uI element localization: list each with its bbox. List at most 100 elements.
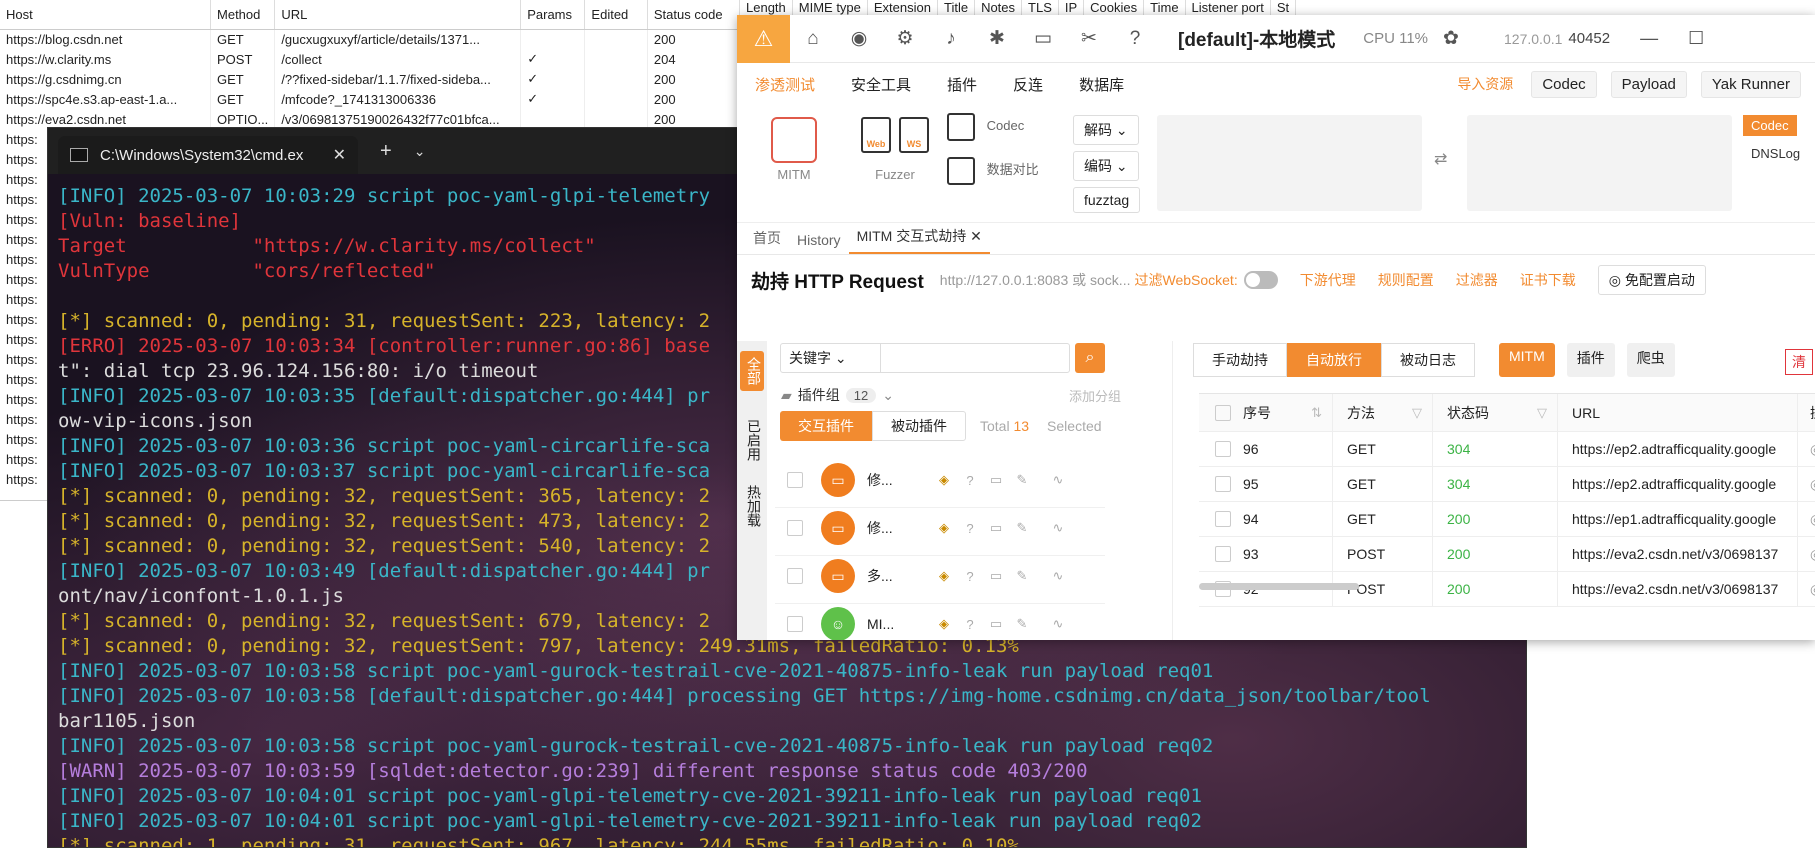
auto-pass-tab[interactable]: 自动放行 — [1287, 343, 1381, 377]
bell-icon[interactable]: ♪ — [928, 15, 974, 63]
plugin-group[interactable]: ▰ 插件组 12 ⌄ 添加分组 — [781, 385, 1121, 405]
col-id[interactable]: 序号 ⇅ — [1239, 394, 1333, 431]
edit-icon[interactable]: ✎ — [1013, 520, 1031, 536]
tools-icon[interactable]: ✂ — [1066, 15, 1112, 63]
codec-side-tab[interactable]: Codec — [1743, 115, 1797, 136]
close-icon[interactable]: ✕ — [970, 228, 982, 244]
bug-icon[interactable]: ✱ — [974, 15, 1020, 63]
free-config-start-button[interactable]: ◎ 免配置启动 — [1597, 265, 1706, 295]
encode-dropdown[interactable]: 编码 ⌄ — [1073, 151, 1139, 181]
passive-log-tab[interactable]: 被动日志 — [1381, 343, 1475, 377]
codec-button[interactable]: Codec — [1531, 70, 1597, 98]
help-icon[interactable]: ? — [961, 569, 979, 584]
keyword-select[interactable]: 关键字 ⌄ — [781, 344, 881, 372]
tag-plugins[interactable]: 插件 — [1566, 343, 1615, 377]
new-tab-button[interactable]: + — [380, 140, 392, 163]
home-icon[interactable]: ⌂ — [790, 15, 836, 63]
plugin-item[interactable]: ▭ 多... ◈? ▭ ✎ ∿ — [775, 549, 1105, 604]
terminal-icon[interactable]: ▭ — [1020, 15, 1066, 63]
search-icon[interactable]: ⌕ — [1075, 343, 1105, 373]
bg-table-row[interactable]: https://g.csdnimg.cn GET/??fixed-sidebar/… — [0, 69, 741, 89]
tab-mitm[interactable]: MITM 交互式劫持 ✕ — [848, 226, 990, 254]
help-icon[interactable]: ? — [961, 617, 979, 632]
terminal-icon[interactable]: ▭ — [987, 520, 1005, 536]
edit-icon[interactable]: ✎ — [1013, 472, 1031, 488]
swap-icon[interactable]: ⇄ — [1434, 149, 1447, 169]
row-checkbox[interactable] — [1215, 441, 1231, 457]
shield-icon[interactable]: ◎ — [1798, 441, 1815, 458]
codec-tool[interactable]: Codec — [947, 113, 1067, 141]
chevron-down-icon[interactable]: ⌄ — [882, 387, 894, 404]
bg-col-header[interactable]: Host — [0, 0, 212, 30]
downstream-proxy-link[interactable]: 下游代理 — [1300, 270, 1356, 290]
plugin-checkbox[interactable] — [787, 472, 803, 488]
close-icon[interactable]: ✕ — [333, 145, 346, 165]
plugin-checkbox[interactable] — [787, 520, 803, 536]
help-icon[interactable]: ? — [961, 521, 979, 536]
shield-icon[interactable]: ◎ — [1798, 546, 1815, 563]
add-group-button[interactable]: 添加分组 — [1069, 386, 1121, 405]
table-row[interactable]: 93 POST 200 https://eva2.csdn.net/v3/069813… — [1199, 537, 1815, 572]
col-status[interactable]: 状态码 ▽ — [1433, 394, 1558, 431]
help-icon[interactable]: ? — [961, 473, 979, 488]
plugin-checkbox[interactable] — [787, 616, 803, 632]
bg-table-row[interactable]: https://blog.csdn.net GET/gucxugxuxyf/art… — [0, 29, 741, 49]
menu-database[interactable]: 数据库 — [1079, 74, 1124, 95]
import-resource-button[interactable]: 导入资源 — [1457, 74, 1513, 94]
horizontal-scrollbar[interactable] — [1199, 583, 1359, 590]
shield-icon[interactable]: ◎ — [1798, 581, 1815, 598]
payload-button[interactable]: Payload — [1610, 70, 1687, 98]
plugin-item[interactable]: ▭ 修... ◈? ▭ ✎ ∿ — [775, 501, 1105, 556]
activity-icon[interactable]: ∿ — [1049, 472, 1067, 488]
activity-icon[interactable]: ∿ — [1049, 616, 1067, 632]
codec-input-area[interactable] — [1157, 115, 1422, 211]
compare-tool[interactable]: 数据对比 — [947, 157, 1067, 185]
tab-interactive-plugins[interactable]: 交互插件 — [780, 411, 872, 441]
tag-mitm[interactable]: MITM — [1499, 343, 1555, 377]
row-checkbox[interactable] — [1215, 511, 1231, 527]
bg-table-row[interactable]: https://eva2.csdn.net OPTIO.../v3/0698137… — [0, 109, 741, 129]
menu-plugins[interactable]: 插件 — [947, 74, 977, 95]
yak-runner-button[interactable]: Yak Runner — [1700, 70, 1801, 98]
minimize-button[interactable]: — — [1640, 28, 1658, 49]
maximize-button[interactable]: ☐ — [1688, 28, 1704, 49]
rule-config-link[interactable]: 规则配置 — [1378, 270, 1434, 290]
menu-reverse[interactable]: 反连 — [1013, 74, 1043, 95]
help-icon[interactable]: ? — [1112, 15, 1158, 63]
chevron-down-icon[interactable]: ⌄ — [414, 143, 426, 160]
manual-hijack-tab[interactable]: 手动劫持 — [1193, 343, 1287, 377]
avatar[interactable]: ◉ — [836, 15, 882, 63]
fuzztag-button[interactable]: fuzztag — [1073, 187, 1141, 213]
table-row[interactable]: 96 GET 304 https://ep2.adtrafficquality.goo… — [1199, 432, 1815, 467]
bg-col-header[interactable]: URL — [274, 0, 522, 30]
tab-passive-plugins[interactable]: 被动插件 — [872, 411, 966, 441]
select-all-checkbox[interactable] — [1215, 404, 1231, 421]
terminal-icon[interactable]: ▭ — [987, 568, 1005, 584]
bg-table-row[interactable]: https://spc4e.s3.ap-east-1.a... GET/mfcod… — [0, 89, 741, 109]
table-row[interactable]: 94 GET 200 https://ep1.adtrafficquality.goo… — [1199, 502, 1815, 537]
terminal-tab[interactable]: C:\Windows\System32\cmd.ex ✕ — [58, 136, 358, 174]
row-checkbox[interactable] — [1215, 476, 1231, 492]
plugin-item[interactable]: ▭ 修... ◈? ▭ ✎ ∿ — [775, 453, 1105, 508]
menu-pentest[interactable]: 渗透测试 — [755, 74, 815, 95]
plugin-search[interactable]: 关键字 ⌄ — [780, 343, 1070, 373]
mitm-tool[interactable]: MITM — [759, 117, 829, 182]
side-tab-hotload[interactable]: 热加载 — [740, 479, 764, 533]
filter-link[interactable]: 过滤器 — [1456, 270, 1498, 290]
tag-crawler[interactable]: 爬虫 — [1626, 343, 1675, 377]
side-tab-all[interactable]: 全部 — [740, 351, 764, 391]
decode-dropdown[interactable]: 解码 ⌄ — [1073, 115, 1139, 145]
cert-download-link[interactable]: 证书下载 — [1520, 270, 1576, 290]
shield-icon[interactable]: ◎ — [1798, 476, 1815, 493]
edit-icon[interactable]: ✎ — [1013, 616, 1031, 632]
bg-table-row[interactable]: https://w.clarity.ms POST/collect ✓ 204 — [0, 49, 741, 69]
side-tab-enabled[interactable]: 已启用 — [740, 413, 764, 467]
plugin-checkbox[interactable] — [787, 568, 803, 584]
terminal-icon[interactable]: ▭ — [987, 616, 1005, 632]
menu-security-tools[interactable]: 安全工具 — [851, 74, 911, 95]
col-method[interactable]: 方法 ▽ — [1333, 394, 1433, 431]
shield-icon[interactable]: ◎ — [1798, 511, 1815, 528]
activity-icon[interactable]: ∿ — [1049, 520, 1067, 536]
activity-icon[interactable]: ∿ — [1049, 568, 1067, 584]
row-checkbox[interactable] — [1215, 546, 1231, 562]
